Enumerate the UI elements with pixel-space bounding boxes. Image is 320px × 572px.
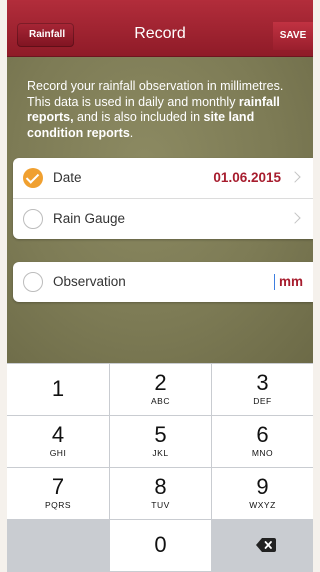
date-row[interactable]: Date 01.06.2015 <box>13 158 313 198</box>
key-9[interactable]: 9 WXYZ <box>212 468 313 519</box>
chevron-right-icon <box>289 212 301 224</box>
screen: Rainfall Record SAVE Record your rainfal… <box>7 0 313 572</box>
observation-label: Observation <box>53 274 126 289</box>
key-0[interactable]: 0 <box>110 520 211 571</box>
nav-bar: Rainfall Record SAVE <box>7 0 313 57</box>
chevron-right-icon <box>289 171 301 183</box>
radio-circle-icon <box>23 272 43 292</box>
date-label: Date <box>53 170 82 185</box>
key-letters: GHI <box>49 448 67 458</box>
check-icon <box>23 168 43 188</box>
key-digit: 7 <box>51 474 65 499</box>
key-letters: DEF <box>253 396 272 406</box>
key-letters: ABC <box>151 396 170 406</box>
key-1[interactable]: 1 <box>7 364 109 415</box>
key-digit: 0 <box>154 532 167 557</box>
observation-row[interactable]: Observation mm <box>13 262 313 302</box>
observation-unit: mm <box>278 274 303 289</box>
rain-gauge-row[interactable]: Rain Gauge <box>13 198 313 239</box>
key-digit: 1 <box>51 376 65 401</box>
intro-part2: and is also included in <box>73 110 204 124</box>
intro-part3: . <box>129 125 134 140</box>
key-letters: MNO <box>251 448 274 458</box>
numeric-keypad: 1 2 ABC 3 DEF 4 GHI 5 JKL 6 MNO 7 PQRS 8 TUV 9 WXYZ 0 <box>7 363 313 572</box>
key-7[interactable]: 7 PQRS <box>7 468 109 519</box>
observation-card: Observation mm <box>13 262 313 302</box>
key-digit: 8 <box>154 474 167 499</box>
details-card: Date 01.06.2015 Rain Gauge <box>13 158 313 239</box>
rain-gauge-label: Rain Gauge <box>53 211 126 226</box>
key-letters: WXYZ <box>249 500 276 510</box>
key-6[interactable]: 6 MNO <box>212 416 313 467</box>
key-letters: JKL <box>152 448 169 458</box>
blank-key <box>7 520 109 571</box>
radio-circle-icon <box>23 209 43 229</box>
content-area: Record your rainfall observation in mill… <box>7 57 313 363</box>
key-digit: 4 <box>51 422 65 447</box>
key-4[interactable]: 4 GHI <box>7 416 109 467</box>
backspace-icon <box>256 538 276 552</box>
key-5[interactable]: 5 JKL <box>110 416 211 467</box>
key-8[interactable]: 8 TUV <box>110 468 211 519</box>
key-digit: 5 <box>154 422 167 447</box>
key-3[interactable]: 3 DEF <box>212 364 313 415</box>
key-digit: 3 <box>256 370 269 395</box>
intro-text: Record your rainfall observation in mill… <box>27 79 299 141</box>
key-digit: 2 <box>154 370 167 395</box>
key-digit: 6 <box>256 422 269 447</box>
key-2[interactable]: 2 ABC <box>110 364 211 415</box>
key-letters: PQRS <box>44 500 72 510</box>
save-button[interactable]: SAVE <box>273 22 313 50</box>
page-title: Record <box>134 25 186 42</box>
delete-key[interactable] <box>212 520 313 571</box>
date-value: 01.06.2015 <box>213 170 281 185</box>
key-digit: 9 <box>256 474 269 499</box>
key-letters: TUV <box>151 500 170 510</box>
